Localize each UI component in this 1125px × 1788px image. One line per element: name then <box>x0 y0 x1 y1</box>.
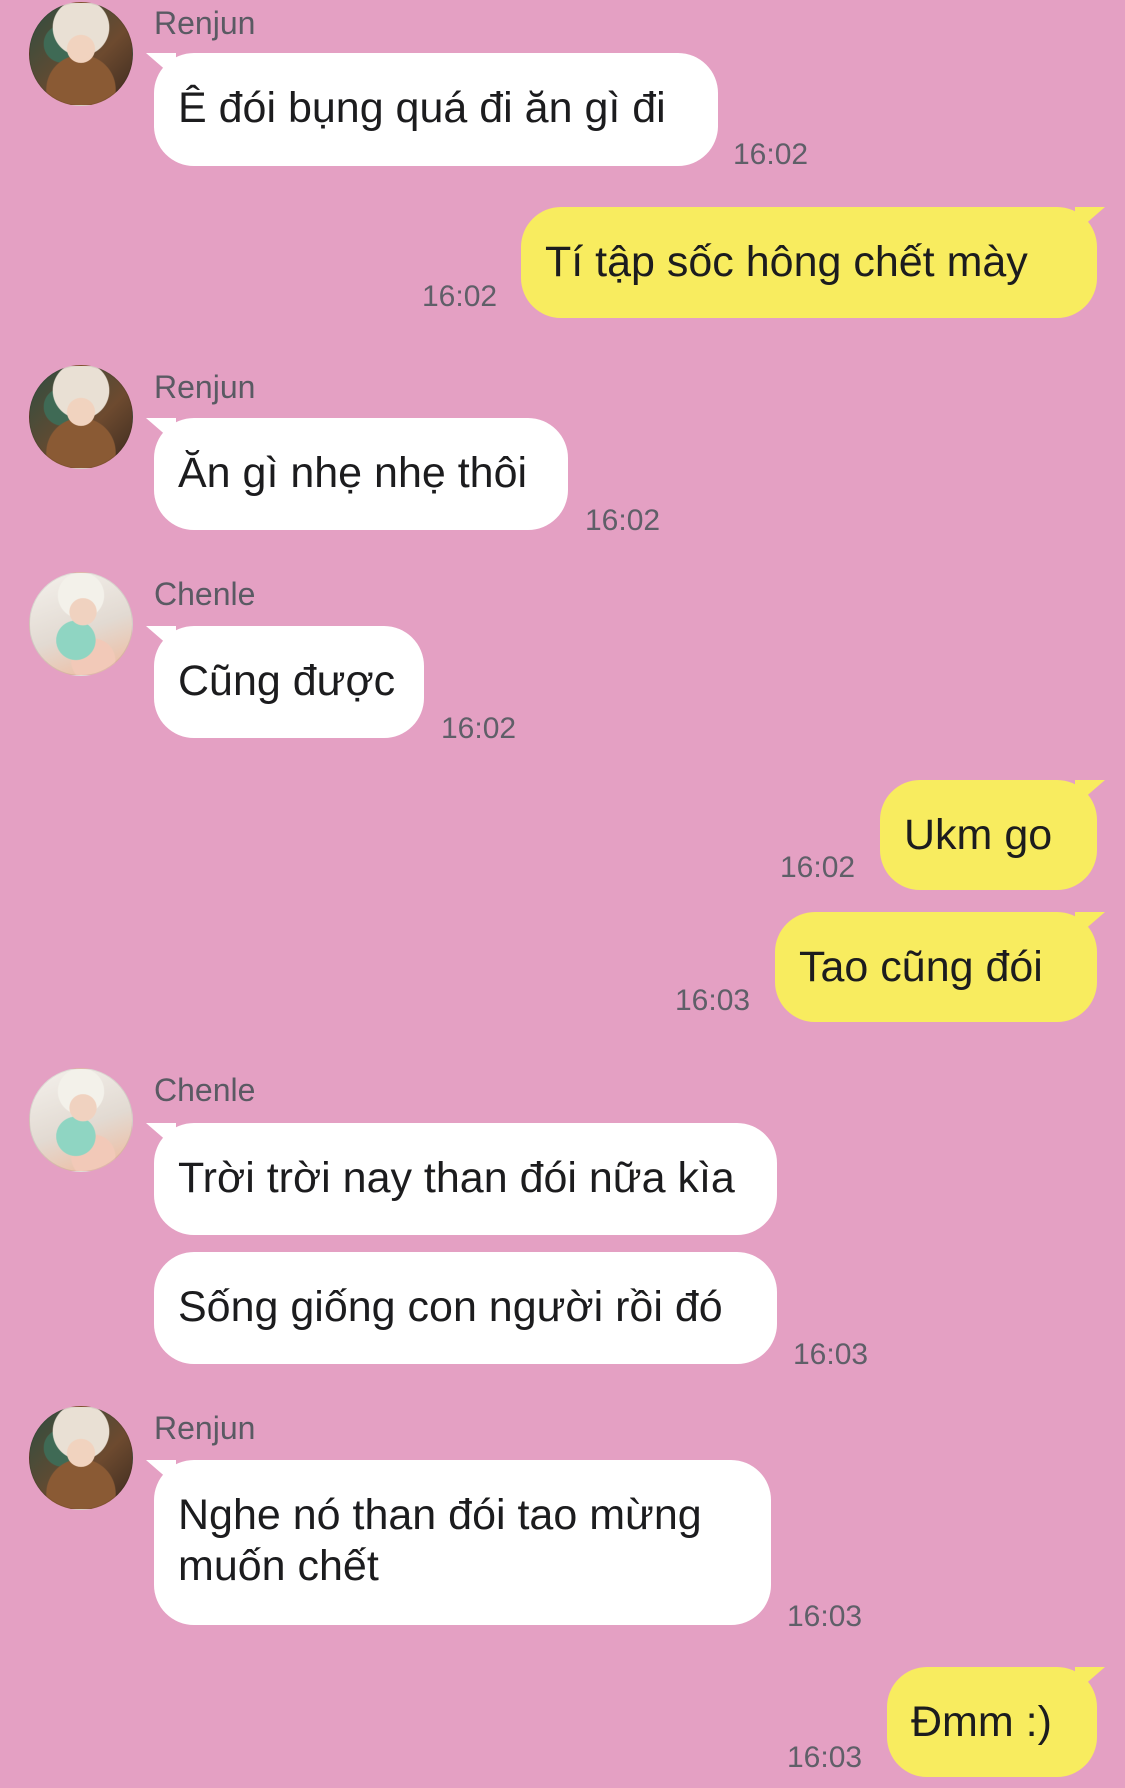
message-text: Cũng được <box>178 657 396 705</box>
outgoing-message-bubble[interactable]: Ukm go <box>880 780 1105 890</box>
chenle-avatar[interactable] <box>29 572 133 676</box>
message-time: 16:03 <box>787 1741 863 1774</box>
message-text: Nghe nó than đói tao mừng muốn chết <box>178 1491 702 1590</box>
message-time: 16:03 <box>793 1338 869 1371</box>
message-time: 16:02 <box>422 280 498 313</box>
sender-name: Renjun <box>154 1410 256 1446</box>
incoming-message-bubble[interactable]: Trời trời nay than đói nữa kìa <box>146 1123 777 1235</box>
incoming-message-bubble[interactable]: Ê đói bụng quá đi ăn gì đi <box>146 53 718 166</box>
message-text: Ukm go <box>904 811 1053 859</box>
outgoing-message-bubble[interactable]: Tao cũng đói <box>775 912 1105 1022</box>
sender-name: Renjun <box>154 369 256 405</box>
renjun-avatar[interactable] <box>29 2 133 106</box>
renjun-avatar[interactable] <box>29 365 133 469</box>
message-time: 16:02 <box>780 851 856 884</box>
outgoing-message-bubble[interactable]: Tí tập sốc hông chết mày <box>521 207 1105 318</box>
incoming-message-bubble[interactable]: Sống giống con người rồi đó <box>154 1252 777 1364</box>
chenle-avatar[interactable] <box>29 1068 133 1172</box>
chat-thread[interactable]: Renjun Ê đói bụng quá đi ăn gì đi 16:02 … <box>0 0 1125 1788</box>
message-text: Đmm :) <box>911 1698 1052 1746</box>
message-text: Tí tập sốc hông chết mày <box>545 238 1028 286</box>
incoming-message-bubble[interactable]: Cũng được <box>146 626 424 738</box>
renjun-avatar[interactable] <box>29 1406 133 1510</box>
message-text: Ê đói bụng quá đi ăn gì đi <box>178 84 666 132</box>
message-time: 16:02 <box>585 504 661 537</box>
message-time: 16:03 <box>787 1600 863 1633</box>
incoming-message-bubble[interactable]: Ăn gì nhẹ nhẹ thôi <box>146 418 568 530</box>
incoming-message-bubble[interactable]: Nghe nó than đói tao mừng muốn chết <box>146 1460 771 1625</box>
sender-name: Chenle <box>154 576 256 612</box>
message-time: 16:02 <box>441 712 517 745</box>
sender-name: Chenle <box>154 1072 256 1108</box>
sender-name: Renjun <box>154 5 256 41</box>
message-text: Trời trời nay than đói nữa kìa <box>178 1154 735 1202</box>
message-time: 16:02 <box>733 138 809 171</box>
outgoing-message-bubble[interactable]: Đmm :) <box>887 1667 1105 1777</box>
message-text: Sống giống con người rồi đó <box>178 1283 723 1331</box>
message-text: Tao cũng đói <box>799 943 1043 991</box>
message-text: Ăn gì nhẹ nhẹ thôi <box>178 449 528 497</box>
message-time: 16:03 <box>675 984 751 1017</box>
